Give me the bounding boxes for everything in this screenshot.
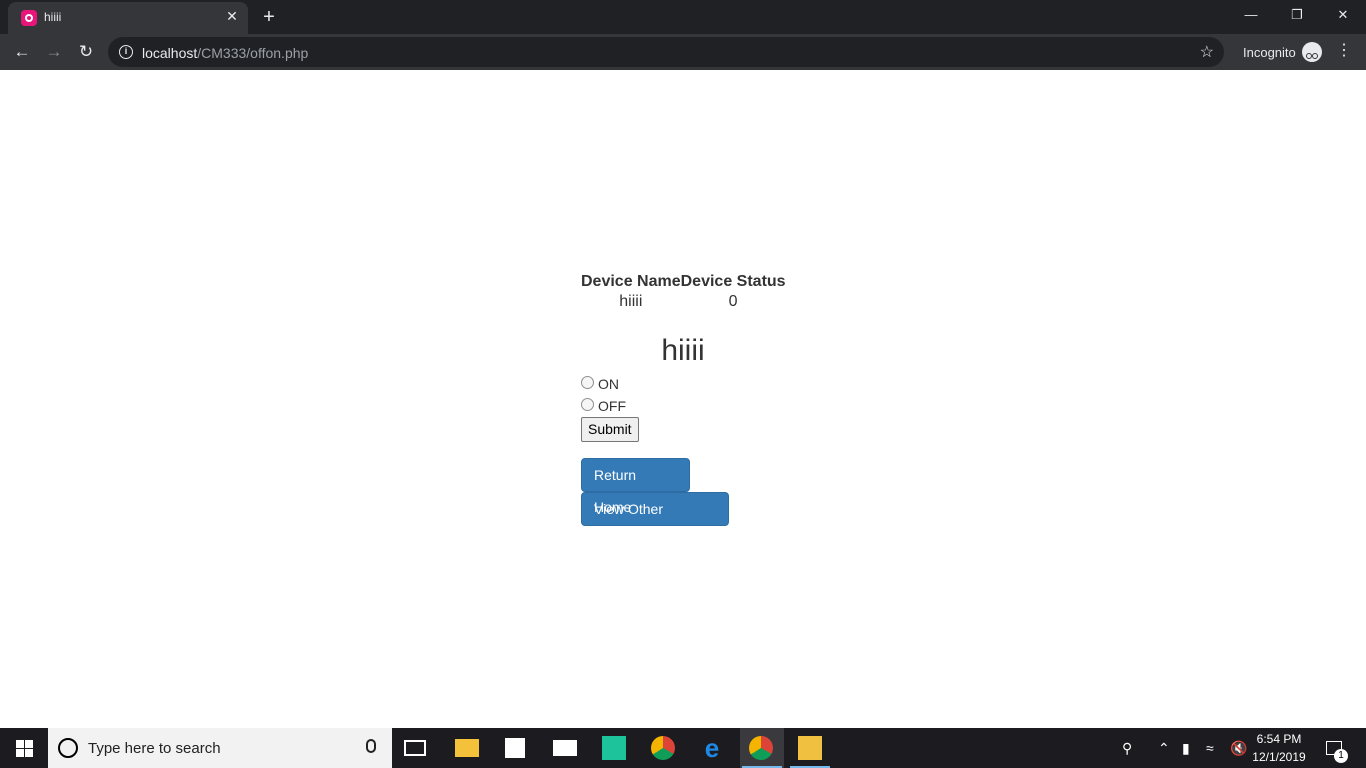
device-name-cell: hiiii xyxy=(619,293,643,310)
tab-title: hiiii xyxy=(44,10,62,24)
volume-muted-icon[interactable]: 🔇 xyxy=(1230,740,1247,757)
task-view-icon[interactable] xyxy=(404,740,426,756)
store-icon[interactable] xyxy=(505,738,525,758)
search-placeholder: Type here to search xyxy=(88,740,221,757)
device-control-panel: Device Name Device Status hiiii 0 hiiii … xyxy=(581,270,786,549)
wifi-icon[interactable]: ≈ xyxy=(1206,740,1214,756)
chrome-menu-icon[interactable]: ⋮ xyxy=(1336,40,1352,60)
site-info-icon[interactable]: i xyxy=(119,45,133,59)
submit-button[interactable]: Submit xyxy=(581,417,639,442)
people-icon[interactable]: ⚲ xyxy=(1122,740,1132,757)
tab-close-icon[interactable]: ✕ xyxy=(224,8,240,24)
microphone-icon[interactable] xyxy=(366,739,376,753)
off-radio[interactable] xyxy=(581,397,594,411)
return-home-button[interactable]: Return Home xyxy=(581,458,690,515)
chrome-icon[interactable] xyxy=(651,736,675,760)
table-row: hiiii 0 xyxy=(581,293,786,310)
browser-toolbar: ← → ↻ i localhost/CM333/offon.php ☆ Inco… xyxy=(0,34,1366,70)
app-icon[interactable] xyxy=(798,736,822,760)
device-status-cell: 0 xyxy=(728,293,738,310)
windows-taskbar: Type here to search e ⚲ ⌃ ▮ ≈ 🔇 6:54 PM … xyxy=(0,728,1366,768)
windows-start-icon[interactable] xyxy=(0,728,48,768)
browser-tabstrip: hiiii ✕ + — ❐ ✕ xyxy=(0,0,1366,34)
battery-icon[interactable]: ▮ xyxy=(1182,740,1190,757)
taskbar-search-input[interactable]: Type here to search xyxy=(48,728,392,768)
edge-icon[interactable]: e xyxy=(700,735,724,761)
web-page: Device Name Device Status hiiii 0 hiiii … xyxy=(0,70,1366,728)
option-off: OFF xyxy=(581,395,786,417)
option-on: ON xyxy=(581,373,786,395)
incognito-icon[interactable] xyxy=(1302,42,1322,62)
webstorm-icon[interactable] xyxy=(602,736,626,760)
on-label: ON xyxy=(598,376,619,392)
on-radio[interactable] xyxy=(581,375,594,389)
device-table: Device Name Device Status hiiii 0 xyxy=(581,270,786,310)
incognito-label: Incognito xyxy=(1243,45,1296,60)
cortana-icon[interactable] xyxy=(58,738,78,758)
restore-button[interactable]: ❐ xyxy=(1274,0,1320,30)
bookmark-star-icon[interactable]: ☆ xyxy=(1200,42,1214,62)
new-tab-button[interactable]: + xyxy=(258,6,280,28)
view-other-devices-button[interactable]: View Other Devices xyxy=(581,492,729,549)
close-window-button[interactable]: ✕ xyxy=(1320,0,1366,30)
column-header-device-name: Device Name xyxy=(581,273,681,290)
minimize-button[interactable]: — xyxy=(1228,0,1274,30)
notification-badge: 1 xyxy=(1334,749,1348,763)
mail-icon[interactable] xyxy=(553,740,577,756)
off-label: OFF xyxy=(598,398,626,414)
back-arrow-icon[interactable]: ← xyxy=(10,40,34,64)
reload-icon[interactable]: ↻ xyxy=(74,40,98,64)
clock-time[interactable]: 6:54 PM xyxy=(1254,732,1304,746)
table-header-row: Device Name Device Status xyxy=(581,270,786,294)
site-favicon-icon xyxy=(21,10,37,26)
show-hidden-icons-chevron-up-icon[interactable]: ⌃ xyxy=(1158,740,1170,757)
browser-tab-active[interactable]: hiiii ✕ xyxy=(8,2,248,34)
clock-date[interactable]: 12/1/2019 xyxy=(1252,750,1306,764)
column-header-device-status: Device Status xyxy=(680,273,786,290)
device-title: hiiii xyxy=(661,334,705,367)
url-text[interactable]: localhost/CM333/offon.php xyxy=(142,45,308,61)
chrome-icon[interactable] xyxy=(749,736,773,760)
file-explorer-icon[interactable] xyxy=(455,739,479,757)
address-bar[interactable]: i localhost/CM333/offon.php ☆ xyxy=(108,37,1224,67)
forward-arrow-icon[interactable]: → xyxy=(42,40,66,64)
